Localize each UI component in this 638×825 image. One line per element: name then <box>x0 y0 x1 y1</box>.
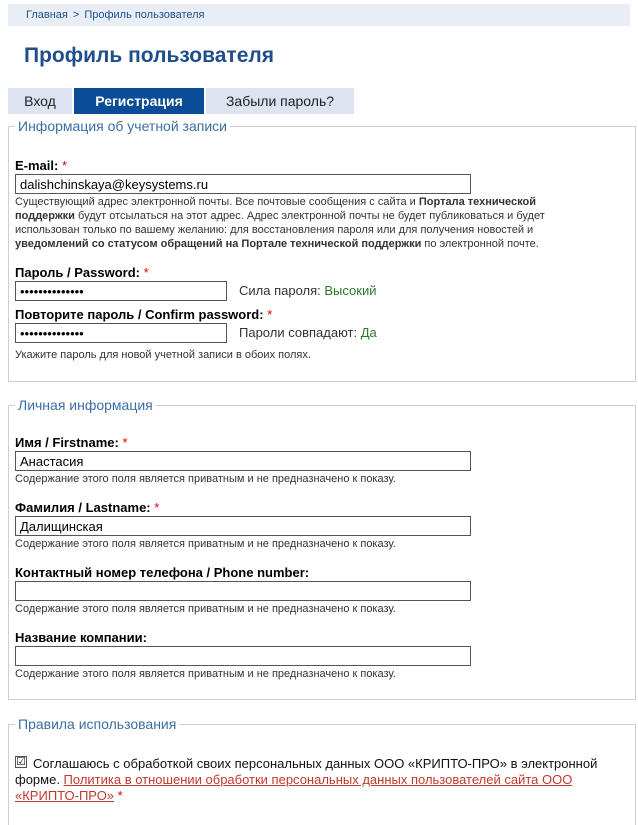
email-input[interactable] <box>15 174 471 194</box>
password-strength-label: Сила пароля: <box>239 283 321 298</box>
lastname-private-note: Содержание этого поля является приватным… <box>15 538 396 550</box>
password-hint: Укажите пароль для новой учетной записи … <box>15 349 311 361</box>
email-label: E-mail: * <box>15 158 67 173</box>
confirm-password-input[interactable] <box>15 323 227 343</box>
password-match-label: Пароли совпадают: <box>239 325 358 340</box>
email-desc-part: будут отсылаться на этот адрес. Адрес эл… <box>74 210 545 222</box>
tab-register[interactable]: Регистрация <box>74 88 204 114</box>
phone-private-note: Содержание этого поля является приватным… <box>15 603 396 615</box>
privacy-policy-link[interactable]: Политика в отношении обработки персональ… <box>15 772 572 803</box>
phone-label: Контактный номер телефона / Phone number… <box>15 565 310 580</box>
email-desc-bold: Портала технической <box>418 196 536 208</box>
lastname-input[interactable] <box>15 516 471 536</box>
required-mark: * <box>143 265 149 280</box>
lastname-label-text: Фамилия / Lastname: <box>15 500 151 515</box>
lastname-label: Фамилия / Lastname: * <box>15 500 159 515</box>
email-desc-part: по электронной почте. <box>421 238 539 250</box>
breadcrumb-current: Профиль пользователя <box>84 9 205 21</box>
email-label-text: E-mail: <box>15 158 59 173</box>
required-mark: * <box>122 435 128 450</box>
breadcrumb-home-link[interactable]: Главная <box>26 9 68 21</box>
required-mark: * <box>154 500 160 515</box>
password-label: Пароль / Password: * <box>15 265 149 280</box>
confirm-password-label-text: Повторите пароль / Confirm password: <box>15 307 264 322</box>
required-mark: * <box>61 158 68 173</box>
account-info-legend: Информация об учетной записи <box>15 118 230 134</box>
required-mark: * <box>267 307 273 322</box>
required-mark: * <box>117 788 123 803</box>
personal-info-section: Личная информация Имя / Firstname: * Сод… <box>8 397 636 700</box>
breadcrumb: Главная > Профиль пользователя <box>8 4 630 26</box>
firstname-input[interactable] <box>15 451 471 471</box>
firstname-label: Имя / Firstname: * <box>15 435 128 450</box>
terms-legend: Правила использования <box>15 716 180 732</box>
email-desc-bold: поддержки <box>15 210 75 222</box>
password-strength-value: Высокий <box>324 283 377 298</box>
password-match-value: Да <box>360 325 377 340</box>
terms-section: Правила использования ☑ Соглашаюсь с обр… <box>8 716 636 825</box>
password-input[interactable] <box>15 281 227 301</box>
confirm-password-label: Повторите пароль / Confirm password: * <box>15 307 272 322</box>
page-title: Профиль пользователя <box>24 44 274 67</box>
phone-input[interactable] <box>15 581 471 601</box>
password-label-text: Пароль / Password: <box>15 265 140 280</box>
email-description: Существующий адрес электронной почты. Вс… <box>15 195 615 251</box>
company-label: Название компании: <box>15 630 147 645</box>
firstname-label-text: Имя / Firstname: <box>15 435 119 450</box>
email-desc-part: использован только по вашему желанию: дл… <box>15 224 534 236</box>
breadcrumb-separator: > <box>72 9 80 21</box>
tab-bar: Вход Регистрация Забыли пароль? <box>8 88 630 114</box>
tab-login[interactable]: Вход <box>8 88 72 114</box>
consent-text: Соглашаюсь с обработкой своих персональн… <box>15 756 631 804</box>
company-input[interactable] <box>15 646 471 666</box>
email-desc-bold: уведомлений со статусом обращений на Пор… <box>15 238 422 250</box>
email-desc-part: Существующий адрес электронной почты. Вс… <box>15 196 419 208</box>
firstname-private-note: Содержание этого поля является приватным… <box>15 473 396 485</box>
password-match: Пароли совпадают: Да <box>239 325 377 340</box>
account-info-section: Информация об учетной записи E-mail: * С… <box>8 118 636 382</box>
company-private-note: Содержание этого поля является приватным… <box>15 668 396 680</box>
personal-info-legend: Личная информация <box>15 397 156 413</box>
tab-forgot-password[interactable]: Забыли пароль? <box>206 88 354 114</box>
password-strength: Сила пароля: Высокий <box>239 283 377 298</box>
